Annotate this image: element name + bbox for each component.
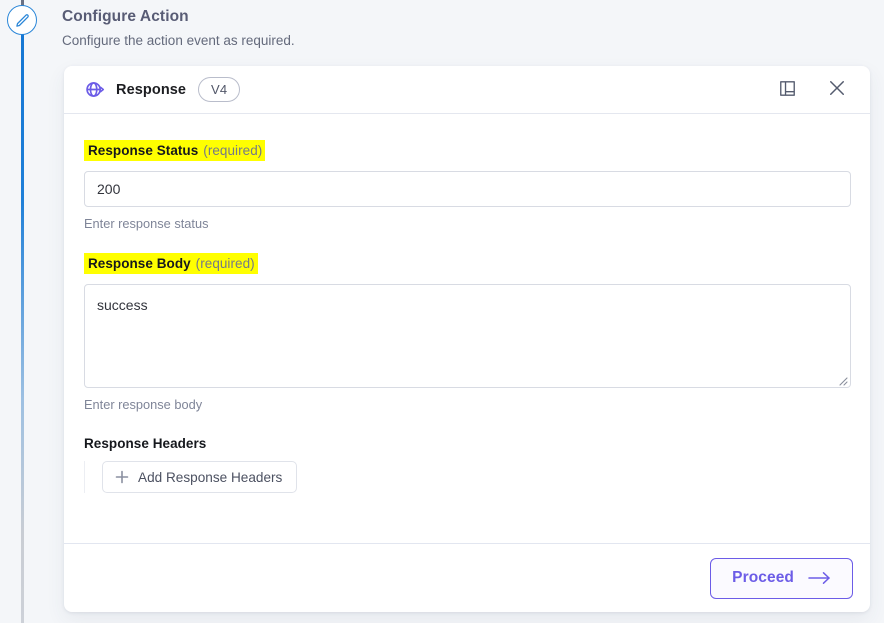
edit-step-node[interactable] [7,5,37,35]
response-body-textarea[interactable] [84,284,851,388]
add-response-headers-label: Add Response Headers [138,469,283,485]
card-title: Response [116,81,187,98]
response-body-field: Response Body (required) Enter response b… [84,253,851,413]
close-icon [827,78,847,101]
notes-button[interactable] [772,75,802,105]
globe-icon [83,79,105,101]
response-status-label-text: Response Status [88,143,199,158]
response-status-field: Response Status (required) Enter response… [84,140,851,232]
page-title: Configure Action [62,8,189,25]
response-body-label: Response Body (required) [84,253,258,274]
card-header: Response V4 [64,66,870,114]
plus-icon [115,470,129,484]
response-status-helper: Enter response status [84,216,209,231]
book-icon [778,79,797,101]
response-status-required-text: (required) [203,143,263,158]
response-body-required-text: (required) [195,256,255,271]
timeline-rail [0,0,46,623]
response-headers-indent: Add Response Headers [84,461,850,493]
pencil-icon [15,13,30,28]
card-body: Response Status (required) Enter response… [64,114,870,543]
timeline-line [21,34,24,623]
proceed-button[interactable]: Proceed [710,557,853,599]
response-body-textarea-wrap [84,284,851,388]
close-button[interactable] [822,75,852,105]
page-subtitle: Configure the action event as required. [62,33,295,48]
response-status-label: Response Status (required) [84,140,266,161]
proceed-label: Proceed [732,569,794,586]
response-action-card: Response V4 Response Status (required) 2… [64,66,870,612]
card-footer: Proceed [64,543,870,612]
version-badge: V4 [198,77,241,102]
arrow-right-icon [808,571,831,585]
response-headers-title: Response Headers [84,436,207,451]
response-headers-section: Response Headers Add Response Headers [84,435,850,493]
page-heading-block: Configure Action Configure the action ev… [62,6,562,51]
response-body-label-text: Response Body [88,256,191,271]
add-response-headers-button[interactable]: Add Response Headers [102,461,298,493]
response-body-helper: Enter response body [84,397,203,412]
response-status-input[interactable] [84,171,851,207]
